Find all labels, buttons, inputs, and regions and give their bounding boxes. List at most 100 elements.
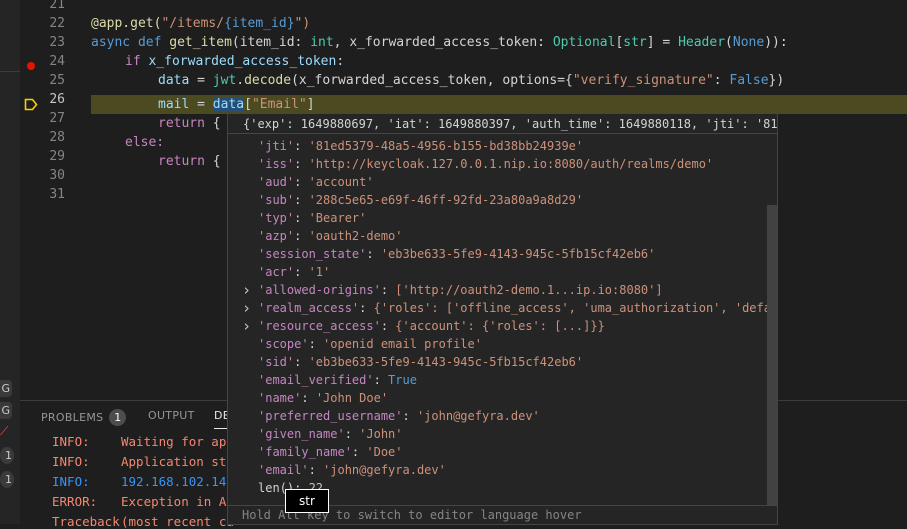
property-key: 'resource_access' [258,319,381,333]
line-number: 29 [49,149,65,164]
hover-tree-item[interactable]: › 'allowed-origins': ['http://oauth2-demo… [242,281,663,299]
log-level: ERROR: [52,494,98,509]
activity-badge[interactable]: 1 [0,471,14,488]
log-message: (most recent ca [121,514,234,529]
tab-problems[interactable]: PROBLEMS 1 [41,409,127,426]
terminal-line: ERROR: Exception in AS [52,494,234,509]
separator: : [373,373,389,387]
hover-tree-item[interactable]: › 'realm_access': {'roles': ['offline_acc… [242,299,777,317]
terminal-line: INFO: 192.168.102.149 [52,474,234,489]
problems-count-badge: 1 [109,409,127,426]
hover-tree-item[interactable]: 'aud': 'account' [258,173,374,191]
property-key: 'aud' [258,175,295,189]
separator: : [294,175,309,189]
line-number: 31 [49,187,65,202]
separator: : [301,391,316,405]
code-line-24: if x_forwarded_access_token: [125,54,345,69]
activity-bar: G G ⟋ 1 1 [0,0,20,524]
code-line-25: data = jwt.decode(x_forwarded_access_tok… [158,73,785,88]
property-key: 'given_name' [258,427,345,441]
chevron-right-icon[interactable]: › [242,299,251,317]
code-line-23: async def get_item(item_id: int, x_forwa… [91,35,788,50]
rocket-icon[interactable]: ⟋ [0,424,8,439]
property-key: 'iss' [258,157,295,171]
property-key: 'jti' [258,139,295,153]
property-value: 'openid email profile' [323,337,482,351]
log-level: INFO: [52,474,90,489]
property-key: 'email_verified' [258,373,374,387]
property-value: 'john@gefyra.dev' [323,463,446,477]
property-key: 'scope' [258,337,309,351]
activity-badge[interactable]: 1 [0,447,14,464]
separator: : [294,193,309,207]
hover-tree-item[interactable]: 'session_state': 'eb3be633-5fe9-4143-945… [258,245,655,263]
log-level: INFO: [52,434,90,449]
property-value: 'eb3be633-5fe9-4143-945c-5fb15cf42eb6' [308,355,584,369]
hover-tree-item[interactable]: 'iss': 'http://keycloak.127.0.0.1.nip.io… [258,155,713,173]
type-tooltip: str [285,489,329,513]
separator: : [294,157,309,171]
property-value: 'Doe' [366,445,403,459]
property-value: '81ed5379-48a5-4956-b155-bd38bb24939e' [308,139,584,153]
line-number: 21 [49,0,65,12]
separator: : [359,301,374,315]
property-value: 'eb3be633-5fe9-4143-945c-5fb15cf42eb6' [380,247,656,261]
property-value: {'roles': ['offline_access', 'uma_author… [373,301,777,315]
log-message: Waiting for app [121,434,234,449]
activity-badge[interactable]: G [0,402,12,419]
log-message: 192.168.102.149 [121,474,234,489]
terminal-line: Traceback(most recent ca [52,514,234,529]
hover-tree-item[interactable]: 'sid': 'eb3be633-5fe9-4143-945c-5fb15cf4… [258,353,583,371]
divider [0,71,20,72]
hover-scrollbar[interactable] [767,205,777,505]
separator: : [380,283,396,297]
separator: : [344,427,360,441]
activity-badge[interactable]: G [0,380,12,397]
line-number: 28 [49,130,65,145]
separator: : [294,265,309,279]
code-line-22: @app.get("/items/{item_id}") [91,16,311,31]
line-number: 24 [49,54,65,69]
tab-output[interactable]: OUTPUT [148,409,195,422]
property-value: 'oauth2-demo' [308,229,403,243]
hover-tree-item[interactable]: 'name': 'John Doe' [258,389,388,407]
code-line-29: return { [158,154,221,169]
separator: : [351,445,367,459]
terminal-line: INFO: Waiting for app [52,434,234,449]
property-value: 'Bearer' [308,211,367,225]
hover-tree-item[interactable]: 'scope': 'openid email profile' [258,335,482,353]
separator: : [294,211,309,225]
hover-tree-item[interactable]: 'acr': '1' [258,263,330,281]
property-key: 'realm_access' [258,301,360,315]
line-number: 27 [49,111,65,126]
property-value: 'John Doe' [315,391,389,405]
hover-tree-item[interactable]: 'typ': 'Bearer' [258,209,366,227]
hover-value-summary: {'exp': 1649880697, 'iat': 1649880397, '… [228,114,777,134]
hover-tree-item[interactable]: 'preferred_username': 'john@gefyra.dev' [258,407,540,425]
hover-tree-item[interactable]: 'sub': '288c5e65-e69f-46ff-92fd-23a80a9a… [258,191,583,209]
line-number: 23 [49,35,65,50]
separator: : [294,139,309,153]
hover-tree-item[interactable]: › 'resource_access': {'account': {'roles'… [242,317,605,335]
terminal-line: INFO: Application sta [52,454,234,469]
property-key: 'name' [258,391,302,405]
line-number: 26 [49,92,65,107]
property-key: 'typ' [258,211,295,225]
hover-tree-item[interactable]: 'family_name': 'Doe' [258,443,403,461]
property-key: 'sub' [258,193,295,207]
hover-tree-item[interactable]: 'azp': 'oauth2-demo' [258,227,403,245]
code-line-27: return { [158,116,221,131]
property-key: 'azp' [258,229,295,243]
property-value: 'john@gefyra.dev' [416,409,540,423]
property-value: '288c5e65-e69f-46ff-92fd-23a80a9a8d29' [308,193,584,207]
hover-tree-item[interactable]: 'jti': '81ed5379-48a5-4956-b155-bd38bb24… [258,137,583,155]
hover-tree-item[interactable]: 'given_name': 'John' [258,425,403,443]
hover-tree-item[interactable]: 'email_verified': True [258,371,417,389]
property-key: 'acr' [258,265,295,279]
log-message: Application sta [121,454,234,469]
chevron-right-icon[interactable]: › [242,317,251,335]
chevron-right-icon[interactable]: › [242,281,251,299]
hover-tree-item[interactable]: 'email': 'john@gefyra.dev' [258,461,446,479]
separator: : [402,409,417,423]
property-key: 'family_name' [258,445,352,459]
